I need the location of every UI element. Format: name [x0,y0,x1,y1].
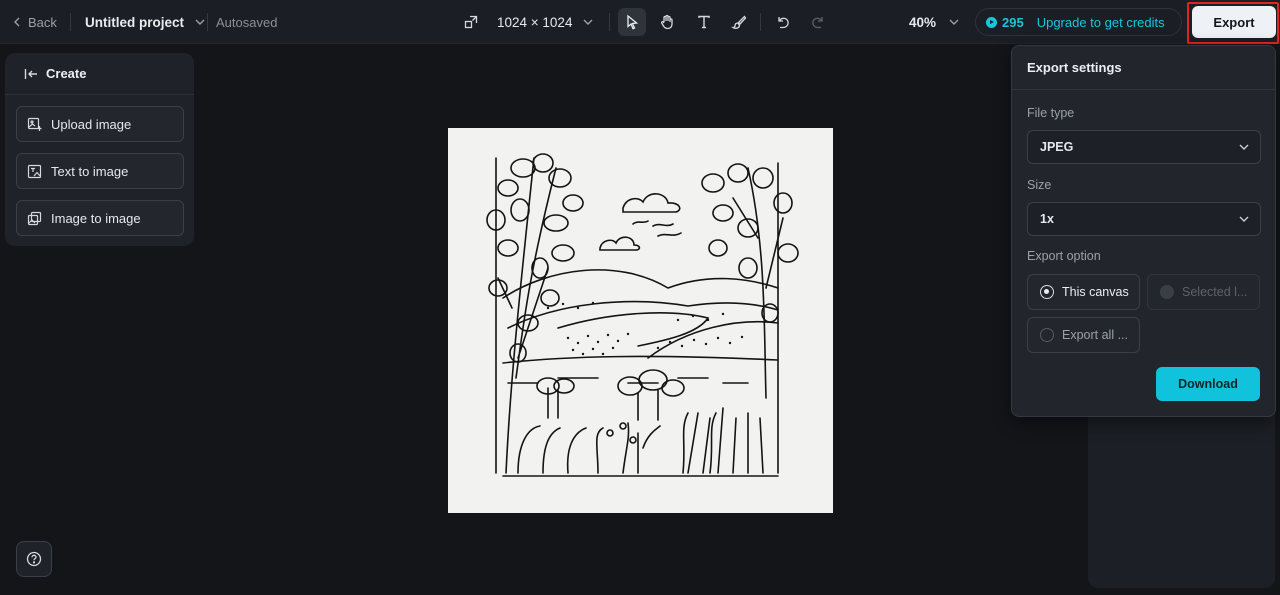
divider [760,13,761,31]
text-to-image-button[interactable]: Text to image [16,153,184,189]
export-button[interactable]: Export [1192,6,1276,38]
image-to-image-label: Image to image [51,210,141,226]
upload-image-icon [27,117,42,131]
radio-selected-icon [1040,285,1054,299]
radio-unselected-icon [1040,328,1054,342]
zoom-value: 40% [909,14,937,30]
hand-icon [661,14,673,30]
download-button[interactable]: Download [1156,367,1260,401]
canvas-size-dropdown[interactable]: 1024 × 1024 [497,0,594,44]
image-to-image-button[interactable]: Image to image [16,200,184,236]
line-art-landscape-image [486,153,799,477]
file-type-label: File type [1027,106,1075,120]
undo-icon [778,17,789,29]
chevron-down-icon [1239,216,1249,222]
help-button[interactable] [16,541,52,577]
radio-disabled-icon [1160,285,1174,299]
text-to-image-label: Text to image [51,163,129,179]
size-label: Size [1027,178,1052,192]
resize-icon [464,15,478,29]
upload-image-button[interactable]: Upload image [16,106,184,142]
file-type-select[interactable]: JPEG [1027,130,1261,164]
back-label: Back [28,14,57,30]
brush-tool-button[interactable] [725,8,753,36]
credits-icon [986,16,997,28]
project-name-dropdown[interactable]: Untitled project [85,0,206,44]
divider [5,94,194,95]
option-selected-layers-label: Selected l... [1182,285,1248,299]
create-panel-header[interactable]: Create [24,66,86,81]
brush-icon [731,15,747,29]
credits-count: 295 [1002,14,1024,30]
top-bar: Back Untitled project Autosaved 1024 × 1… [0,0,1280,44]
credits-badge: 295 Upgrade to get credits [975,8,1182,36]
zoom-dropdown[interactable]: 40% [909,0,960,44]
export-option-label: Export option [1027,249,1101,263]
size-value: 1x [1040,212,1054,226]
help-icon [26,551,42,567]
collapse-left-icon [24,68,37,79]
export-settings-title: Export settings [1027,60,1122,75]
canvas-size-value: 1024 × 1024 [497,14,573,30]
option-export-all[interactable]: Export all ... [1027,317,1140,353]
text-tool-button[interactable] [690,8,718,36]
back-button[interactable]: Back [12,0,57,44]
create-panel: Create Upload image Text to image Image … [5,53,194,246]
select-tool-button[interactable] [618,8,646,36]
option-this-canvas[interactable]: This canvas [1027,274,1140,310]
option-export-all-label: Export all ... [1062,328,1128,342]
divider [70,13,71,31]
upload-image-label: Upload image [51,116,132,132]
redo-button[interactable] [804,8,832,36]
image-to-image-icon [27,211,42,225]
hand-tool-button[interactable] [653,8,681,36]
export-settings-panel: Export settings File type JPEG Size 1x E… [1011,45,1276,417]
divider [207,13,208,31]
chevron-left-icon [14,17,20,27]
size-select[interactable]: 1x [1027,202,1261,236]
option-selected-layers[interactable]: Selected l... [1147,274,1260,310]
text-to-image-icon [27,164,42,178]
undo-button[interactable] [769,8,797,36]
resize-canvas-button[interactable] [457,8,485,36]
upgrade-link[interactable]: Upgrade to get credits [1037,15,1165,30]
text-icon [698,15,710,29]
create-panel-title: Create [46,66,87,81]
autosave-status: Autosaved [216,14,278,30]
divider [1012,89,1275,90]
artboard-canvas[interactable] [448,128,833,513]
chevron-down-icon [583,19,593,25]
redo-icon [812,17,823,29]
chevron-down-icon [949,19,959,25]
chevron-down-icon [1239,144,1249,150]
divider [609,13,610,31]
chevron-down-icon [195,19,205,25]
option-this-canvas-label: This canvas [1062,285,1129,299]
select-arrow-icon [627,14,639,30]
project-name: Untitled project [85,14,185,30]
file-type-value: JPEG [1040,140,1074,154]
